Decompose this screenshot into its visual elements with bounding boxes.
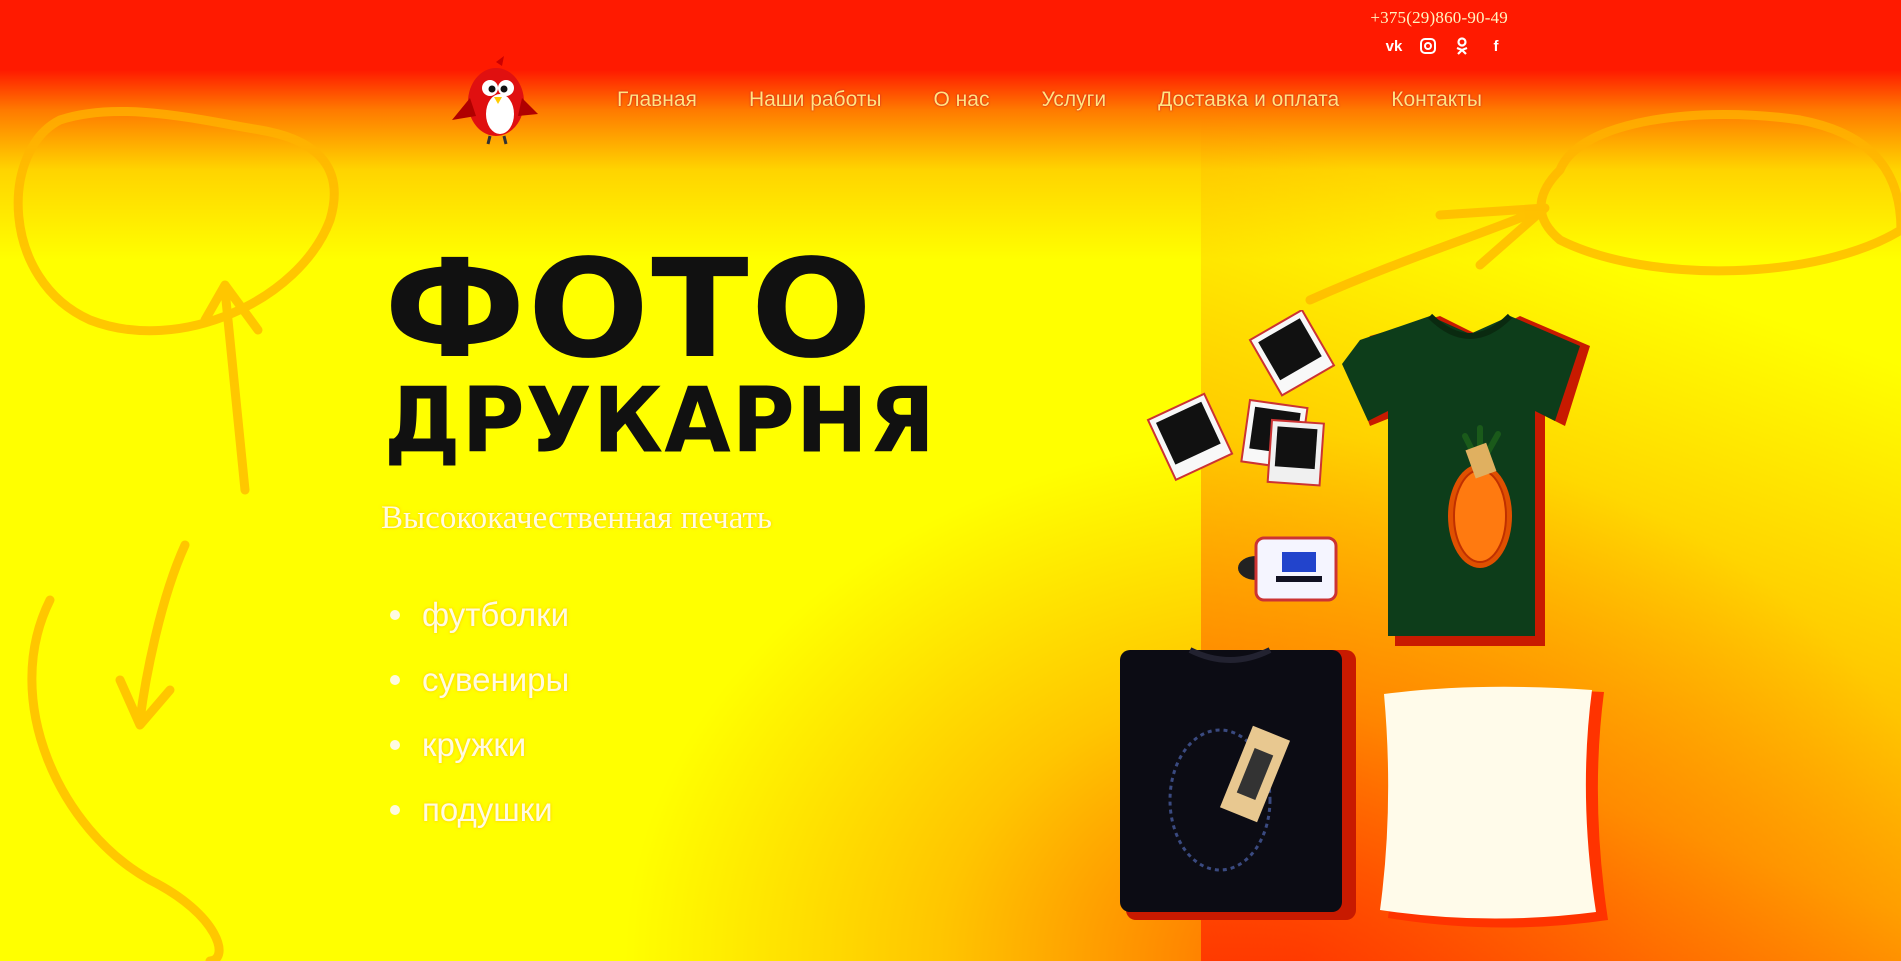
tshirt-folded-icon bbox=[1120, 647, 1356, 920]
hero-title-line1: ФОТО bbox=[384, 231, 875, 389]
nav-item-our-works[interactable]: Наши работы bbox=[749, 88, 882, 112]
list-item: подушки bbox=[390, 777, 569, 842]
vk-icon[interactable]: vk bbox=[1384, 36, 1404, 56]
list-item: сувениры bbox=[390, 647, 569, 712]
main-nav: Главная Наши работы О нас Услуги Доставк… bbox=[617, 88, 1482, 112]
polaroid-photos bbox=[1146, 310, 1336, 487]
nav-item-delivery[interactable]: Доставка и оплата bbox=[1158, 88, 1339, 112]
bullet-icon bbox=[390, 739, 400, 750]
phone-number[interactable]: +375(29)860-90-49 bbox=[1370, 8, 1508, 28]
hero-title: ФОТО ДРУКАРНЯ bbox=[384, 242, 937, 474]
service-label: сувениры bbox=[422, 660, 570, 698]
mug-icon bbox=[1238, 536, 1338, 602]
bullet-icon bbox=[390, 609, 400, 620]
hero-subtitle: Высококачественная печать bbox=[381, 500, 772, 536]
site-header: +375(29)860-90-49 vk f Главная Наши рабо… bbox=[0, 0, 1901, 145]
red-bird-logo-icon[interactable] bbox=[448, 54, 544, 148]
bullet-icon bbox=[390, 674, 400, 685]
nav-item-services[interactable]: Услуги bbox=[1041, 88, 1106, 112]
list-item: кружки bbox=[390, 712, 569, 777]
tshirt-green-icon bbox=[1342, 313, 1590, 646]
services-list: футболки сувениры кружки подушки bbox=[390, 582, 569, 842]
facebook-icon[interactable]: f bbox=[1486, 36, 1506, 56]
service-label: подушки bbox=[422, 790, 553, 828]
odnoklassniki-icon[interactable] bbox=[1452, 36, 1472, 56]
nav-item-home[interactable]: Главная bbox=[617, 88, 697, 112]
service-label: футболки bbox=[422, 595, 570, 633]
instagram-icon[interactable] bbox=[1418, 36, 1438, 56]
nav-item-about[interactable]: О нас bbox=[934, 88, 990, 112]
list-item: футболки bbox=[390, 582, 569, 647]
nav-item-contacts[interactable]: Контакты bbox=[1391, 88, 1482, 112]
products-image bbox=[1120, 310, 1608, 928]
hero-title-line2: ДРУКАРНЯ bbox=[384, 368, 937, 474]
bullet-icon bbox=[390, 804, 400, 815]
social-links: vk f bbox=[1384, 36, 1506, 56]
service-label: кружки bbox=[422, 725, 527, 763]
pillow-icon bbox=[1380, 686, 1608, 928]
